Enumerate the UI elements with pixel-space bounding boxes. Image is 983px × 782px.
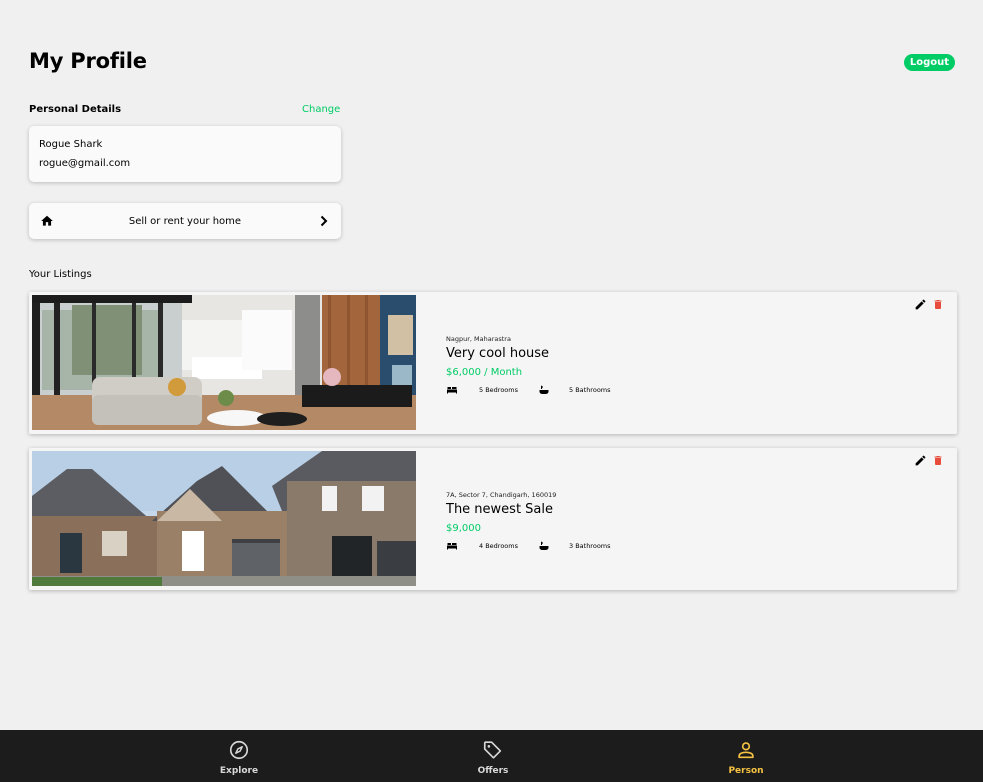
bed-icon (447, 543, 457, 550)
bathtub-icon (539, 385, 549, 394)
bathrooms-count: 3 Bathrooms (569, 542, 611, 550)
nav-explore[interactable]: Explore (199, 739, 279, 776)
home-icon (41, 215, 53, 226)
personal-details-label: Personal Details (29, 104, 122, 115)
listing-name: The newest Sale (446, 502, 554, 517)
listing-name: Very cool house (446, 346, 550, 361)
change-details-link[interactable]: Change (302, 104, 340, 115)
chevron-right-icon (320, 215, 328, 227)
listing-card[interactable]: Nagpur, Maharastra Very cool house $6,00… (29, 292, 957, 434)
sell-or-rent-label: Sell or rent your home (128, 215, 242, 227)
page-title: My Profile (29, 49, 147, 73)
nav-explore-label: Explore (219, 766, 259, 776)
listing-location: 7A, Sector 7, Chandigarh, 160019 (446, 491, 557, 499)
nav-offers[interactable]: Offers (453, 739, 533, 776)
bathrooms-count: 5 Bathrooms (569, 386, 611, 394)
user-name: Rogue Shark (39, 139, 103, 150)
bedrooms-count: 4 Bedrooms (479, 542, 518, 550)
personal-details-card: Rogue Shark rogue@gmail.com (29, 126, 341, 182)
bottom-navbar: Explore Offers Person (0, 730, 983, 782)
listing-price: $9,000 (446, 523, 481, 534)
bedrooms-count: 5 Bedrooms (479, 386, 518, 394)
listing-price: $6,000 / Month (446, 367, 523, 378)
your-listings-label: Your Listings (29, 269, 92, 280)
bed-icon (447, 387, 457, 394)
nav-person-label: Person (728, 766, 764, 776)
nav-offers-label: Offers (477, 766, 509, 776)
listing-info: Nagpur, Maharastra Very cool house $6,00… (446, 335, 611, 396)
delete-icon[interactable] (932, 298, 944, 311)
edit-icon[interactable] (914, 454, 927, 467)
listing-photo (32, 451, 416, 586)
compass-icon (229, 740, 249, 760)
logout-button[interactable]: Logout (904, 54, 955, 71)
delete-icon[interactable] (932, 454, 944, 467)
user-email: rogue@gmail.com (39, 158, 131, 169)
listing-card[interactable]: 7A, Sector 7, Chandigarh, 160019 The new… (29, 448, 957, 590)
listing-info: 7A, Sector 7, Chandigarh, 160019 The new… (446, 491, 611, 552)
listing-meta: 5 Bedrooms 5 Bathrooms (446, 384, 611, 396)
edit-icon[interactable] (914, 298, 927, 311)
bathtub-icon (539, 541, 549, 550)
nav-person[interactable]: Person (706, 739, 786, 776)
tag-icon (483, 741, 502, 759)
listing-meta: 4 Bedrooms 3 Bathrooms (446, 540, 611, 552)
profile-page: My Profile Logout Personal Details Chang… (0, 0, 983, 730)
person-icon (738, 742, 754, 759)
sell-or-rent-button[interactable]: Sell or rent your home (29, 203, 341, 239)
listing-location: Nagpur, Maharastra (446, 335, 511, 343)
listing-photo (32, 295, 416, 430)
